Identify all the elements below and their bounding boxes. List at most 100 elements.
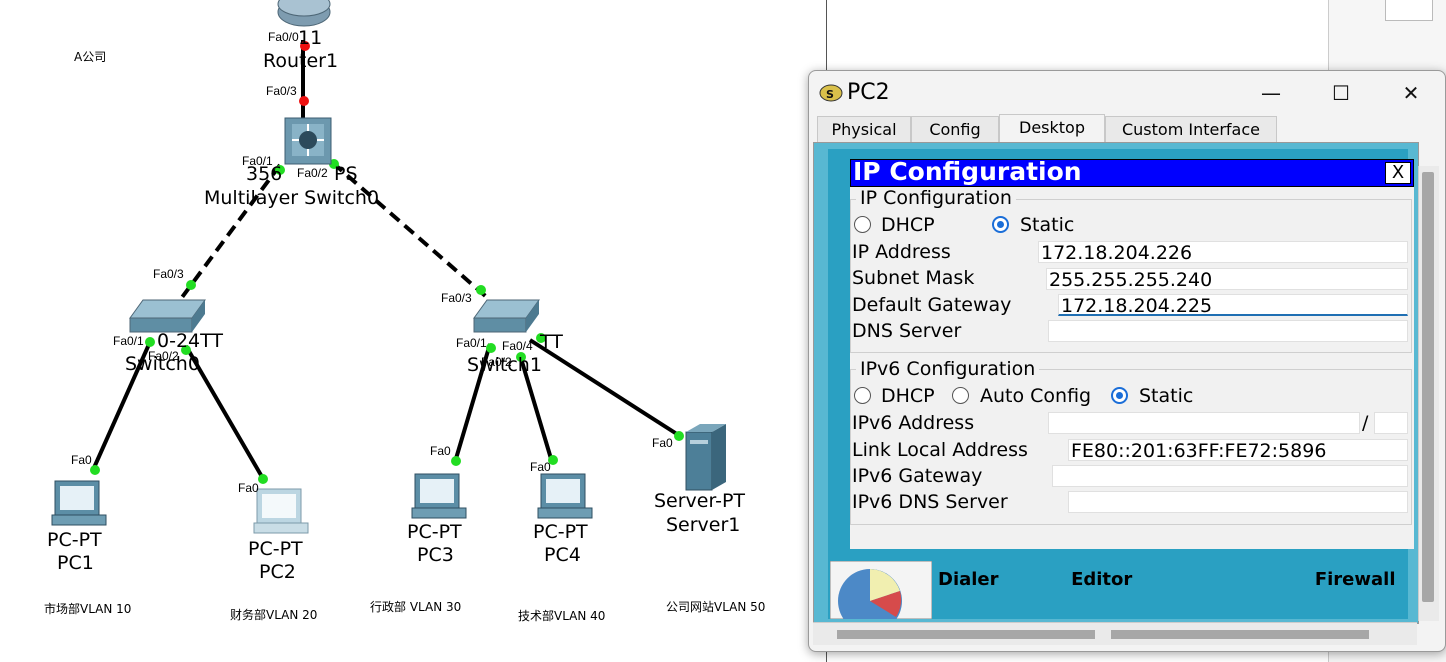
port-label: Fa0/2 [481,355,512,369]
horizontal-scrollbar[interactable] [813,622,1417,645]
pc4-name-label: PC4 [544,544,581,566]
pc4-icon[interactable] [537,473,593,519]
ipv4-dhcp-label: DHCP [881,214,935,236]
subnet-mask-input[interactable]: 255.255.255.240 [1046,268,1408,291]
port-label: Fa0/0 [268,30,299,44]
tab-desktop[interactable]: Desktop [999,114,1105,142]
router-icon[interactable] [277,0,331,27]
port-label: Fa0/3 [266,84,297,98]
editor-label[interactable]: Editor [1071,569,1132,590]
minimize-button[interactable]: — [1241,75,1301,111]
svg-text:S: S [826,88,834,101]
port-label: Fa0 [530,460,551,474]
vlan-label: 公司网站VLAN 50 [666,600,766,614]
ipv6-static-radio[interactable] [1111,387,1128,404]
ipv6-gateway-input[interactable] [1052,465,1408,487]
firewall-label[interactable]: Firewall [1315,569,1396,590]
ipv4-dhcp-radio[interactable] [854,216,871,233]
vlan-label: 财务部VLAN 20 [230,608,318,622]
ip-config-close-button[interactable]: X [1385,162,1411,184]
ipv6-dhcp-radio[interactable] [854,387,871,404]
default-gateway-label: Default Gateway [852,294,1012,316]
switch1-icon[interactable] [473,299,540,333]
pc3-name-label: PC3 [417,544,454,566]
ipv6-dns-server-label: IPv6 DNS Server [852,491,1008,513]
pc3-type-label: PC-PT [407,521,462,543]
vlan-label: 市场部VLAN 10 [44,602,132,616]
link-switch1-server [528,338,682,438]
server1-type-label: Server-PT [654,490,746,512]
port-label: Fa0/1 [113,334,144,348]
default-gateway-input[interactable]: 172.18.204.225 [1058,294,1408,317]
port-label: Fa0/4 [502,339,533,353]
pc1-name-label: PC1 [57,552,94,574]
vlan-label: 行政部 VLAN 30 [370,600,462,614]
ipv6-address-label: IPv6 Address [852,412,975,434]
background-box [1385,0,1433,21]
pc2-name-label: PC2 [259,561,296,583]
ip-config-title: IP Configuration [853,157,1082,186]
dialer-label[interactable]: Dialer [938,569,999,590]
port-label: Fa0/2 [297,166,328,180]
tab-physical[interactable]: Physical [817,116,911,142]
dns-server-input[interactable] [1048,320,1408,342]
ipv6-auto-config-label: Auto Config [980,385,1092,407]
company-label: A公司 [74,50,107,64]
ip-address-input[interactable]: 172.18.204.226 [1038,241,1408,264]
desktop-area: Dialer Editor Firewall IP Configuration … [828,149,1414,619]
switch0-icon[interactable] [129,299,206,333]
pc2-type-label: PC-PT [248,538,303,560]
pc2-icon[interactable] [253,488,309,534]
pc1-icon[interactable] [51,480,107,526]
mls-model-suffix: PS [334,163,358,185]
ipv6-dns-server-input[interactable] [1068,491,1408,513]
ipv6-group-title: IPv6 Configuration [856,358,1040,380]
tab-custom-interface[interactable]: Custom Interface [1105,116,1277,142]
ipv6-dhcp-label: DHCP [881,385,935,407]
port-label: Fa0/2 [148,349,179,363]
close-button[interactable]: ✕ [1381,75,1441,111]
horizontal-scrollbar-thumb[interactable] [837,630,1095,639]
link-status-dots [90,41,684,484]
mls-name-label: Multilayer Switch0 [204,187,380,209]
server1-name-label: Server1 [666,514,741,536]
ip-configuration-dialog: IP Configuration X IP Configuration DHCP… [850,157,1414,549]
vertical-scrollbar-thumb[interactable] [1422,172,1434,602]
packet-tracer-icon: S [819,84,843,102]
desktop-app-icon[interactable] [830,561,932,619]
dns-server-label: DNS Server [852,320,962,342]
port-label: Fa0/3 [441,291,472,305]
port-label: Fa0/3 [153,267,184,281]
port-label: Fa0/1 [242,154,273,168]
ip-address-label: IP Address [852,241,951,263]
pc2-window[interactable]: S PC2 — ☐ ✕ Physical Config Desktop Cust… [808,70,1446,652]
ipv4-group-title: IP Configuration [856,187,1016,209]
tab-config[interactable]: Config [911,116,999,142]
vertical-scrollbar[interactable] [1418,166,1439,621]
router-model-label: 11 [298,27,323,49]
maximize-button[interactable]: ☐ [1311,75,1371,111]
desktop-app-labels: Dialer Editor Firewall [938,569,1396,590]
pc1-type-label: PC-PT [47,529,102,551]
link-local-address-label: Link Local Address [852,439,1028,461]
ipv4-static-radio[interactable] [992,216,1009,233]
pc3-icon[interactable] [411,473,467,519]
port-label: Fa0 [238,481,259,495]
switch1-model-label: TT [540,331,563,353]
port-label: Fa0 [71,453,92,467]
port-label: Fa0/1 [456,336,487,350]
horizontal-scrollbar-thumb[interactable] [1111,630,1369,639]
ipv6-gateway-label: IPv6 Gateway [852,465,983,487]
ipv6-static-label: Static [1139,385,1194,407]
window-titlebar[interactable]: S PC2 — ☐ ✕ [809,71,1445,115]
ipv6-auto-config-radio[interactable] [952,387,969,404]
server1-icon[interactable] [685,424,726,491]
router-name-label: Router1 [263,50,339,72]
port-label: Fa0 [652,436,673,450]
multilayer-switch-icon[interactable] [284,117,332,165]
ipv6-prefix-input[interactable] [1374,412,1408,434]
ipv6-prefix-separator: / [1362,412,1369,434]
ipv6-address-input[interactable] [1048,412,1360,434]
topology-canvas[interactable] [0,0,826,662]
link-local-address-input[interactable]: FE80::201:63FF:FE72:5896 [1068,439,1408,462]
